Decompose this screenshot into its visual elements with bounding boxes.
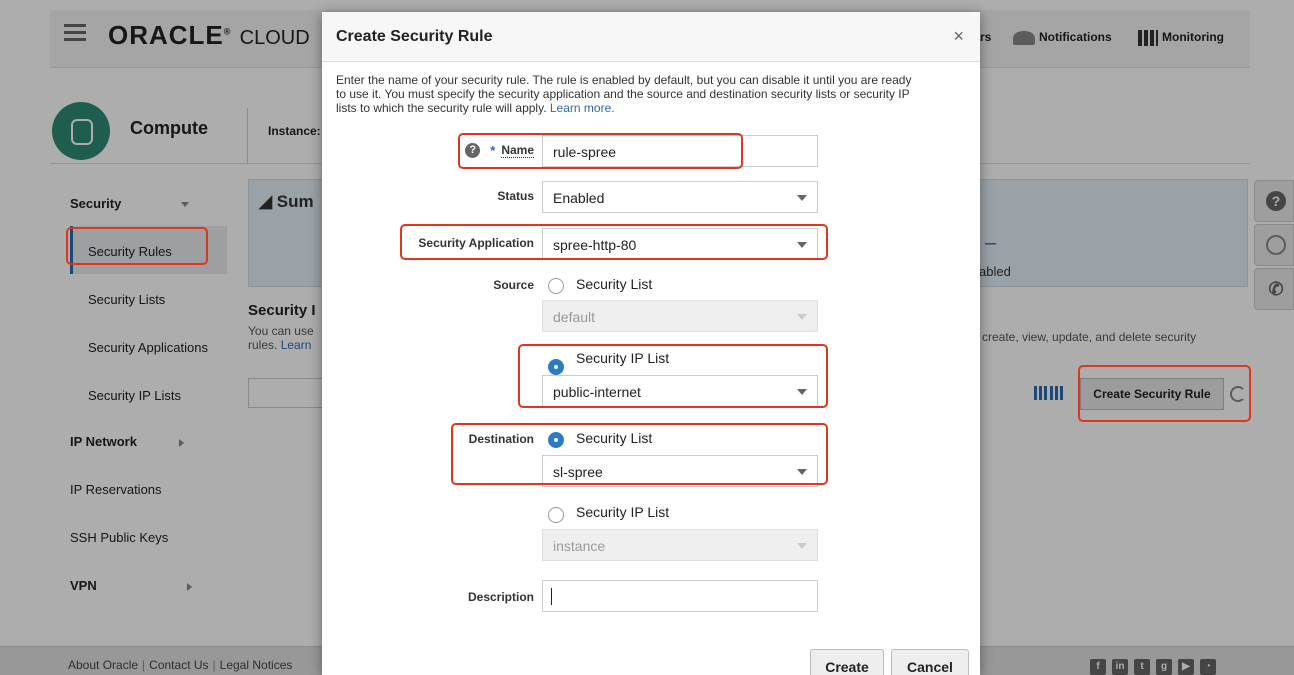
intro-line-1: Enter the name of your security rule. Th… (336, 73, 912, 87)
destination-security-list-select[interactable]: sl-spree (542, 455, 818, 487)
source-security-ip-list-label: Security IP List (576, 350, 670, 366)
text-cursor (551, 588, 552, 605)
source-security-ip-list-select[interactable]: public-internet (542, 375, 818, 407)
dialog-intro: Enter the name of your security rule. Th… (336, 73, 972, 115)
destination-security-ip-list-value: instance (553, 538, 606, 554)
name-input[interactable]: rule-spree (542, 135, 818, 167)
source-security-list-radio[interactable] (548, 278, 564, 294)
destination-label: Destination (468, 432, 534, 446)
destination-security-list-value: sl-spree (553, 464, 603, 480)
source-security-list-label: Security List (576, 276, 653, 292)
create-security-rule-dialog: Create Security Rule × Enter the name of… (322, 12, 980, 675)
destination-security-list-label: Security List (576, 430, 653, 446)
name-label: Name (501, 143, 534, 158)
intro-line-3: lists to which the security rule will ap… (336, 101, 547, 115)
destination-security-ip-list-radio[interactable] (548, 507, 564, 523)
status-select[interactable]: Enabled (542, 181, 818, 213)
dialog-header: Create Security Rule × (322, 12, 980, 62)
create-button[interactable]: Create (810, 649, 884, 675)
required-asterisk: * (490, 143, 496, 158)
name-label-group: ? * Name (465, 143, 534, 159)
source-security-list-select: default (542, 300, 818, 332)
help-icon[interactable]: ? (465, 143, 481, 159)
status-select-value: Enabled (553, 190, 605, 206)
status-label: Status (497, 189, 534, 203)
security-application-value: spree-http-80 (553, 237, 637, 253)
chevron-down-icon (797, 195, 807, 201)
source-label: Source (493, 278, 534, 292)
chevron-down-icon (797, 469, 807, 475)
chevron-down-icon (797, 389, 807, 395)
intro-line-2: to use it. You must specify the security… (336, 87, 910, 101)
description-label: Description (467, 590, 534, 604)
dialog-title: Create Security Rule (336, 28, 493, 45)
source-security-ip-list-radio[interactable] (548, 359, 564, 375)
learn-more-link[interactable]: Learn more. (550, 101, 615, 115)
source-security-ip-list-value: public-internet (553, 384, 641, 400)
cancel-button[interactable]: Cancel (891, 649, 969, 675)
chevron-down-icon (797, 314, 807, 320)
description-input[interactable] (542, 580, 818, 612)
close-icon[interactable]: × (953, 26, 964, 47)
name-input-value: rule-spree (553, 144, 617, 160)
destination-security-ip-list-label: Security IP List (576, 504, 670, 520)
chevron-down-icon (797, 543, 807, 549)
destination-security-ip-list-select: instance (542, 529, 818, 561)
source-security-list-value: default (553, 309, 596, 325)
chevron-down-icon (797, 242, 807, 248)
security-application-label: Security Application (418, 236, 534, 250)
destination-security-list-radio[interactable] (548, 432, 564, 448)
security-application-select[interactable]: spree-http-80 (542, 228, 818, 260)
